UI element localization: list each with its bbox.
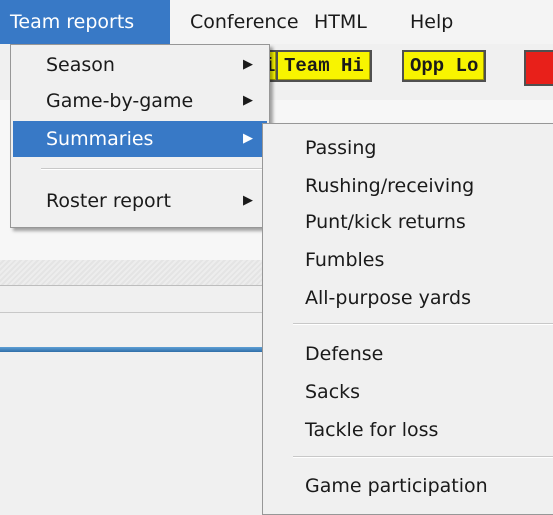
menu-item-roster-report[interactable]: Roster report ▶ [13, 183, 267, 219]
menu-item-label: Rushing/receiving [305, 175, 475, 197]
submenu-item-all-purpose-yards[interactable]: All-purpose yards [265, 280, 553, 316]
red-button[interactable] [524, 50, 553, 86]
team-hi-button[interactable]: Team Hi [276, 50, 372, 82]
menu-team-reports[interactable]: Team reports [0, 0, 170, 44]
arrow-right-icon: ▶ [243, 57, 253, 72]
menu-item-label: Game-by-game [46, 90, 194, 112]
submenu-item-defense[interactable]: Defense [265, 336, 553, 372]
submenu-item-passing[interactable]: Passing [265, 130, 553, 166]
menu-bar: Team reports Conference HTML Help [0, 0, 553, 44]
menu-separator [41, 168, 265, 170]
menu-item-label: Summaries [46, 128, 154, 150]
menu-item-label: Punt/kick returns [305, 211, 466, 233]
menu-help[interactable]: Help [410, 0, 453, 44]
menu-item-game-by-game[interactable]: Game-by-game ▶ [13, 83, 267, 119]
menu-item-label: Tackle for loss [305, 419, 439, 441]
submenu-item-punt-kick-returns[interactable]: Punt/kick returns [265, 204, 553, 240]
arrow-right-icon: ▶ [243, 193, 253, 208]
menu-item-label: Passing [305, 137, 377, 159]
submenu-item-rushing-receiving[interactable]: Rushing/receiving [265, 168, 553, 204]
menu-separator [293, 323, 553, 325]
menu-item-summaries[interactable]: Summaries ▶ [13, 121, 267, 157]
menu-item-label: Season [46, 54, 115, 76]
menu-item-label: Sacks [305, 381, 361, 403]
submenu-item-tackle-for-loss[interactable]: Tackle for loss [265, 412, 553, 448]
team-reports-dropdown: Season ▶ Game-by-game ▶ Summaries ▶ Rost… [10, 44, 270, 228]
arrow-right-icon: ▶ [243, 131, 253, 146]
menu-separator [293, 456, 553, 458]
menu-item-label: Defense [305, 343, 384, 365]
menu-item-label: All-purpose yards [305, 287, 471, 309]
submenu-item-sacks[interactable]: Sacks [265, 374, 553, 410]
menu-html[interactable]: HTML [314, 0, 367, 44]
opp-lo-button[interactable]: Opp Lo [402, 50, 487, 82]
menu-item-label: Game participation [305, 475, 488, 497]
arrow-right-icon: ▶ [243, 93, 253, 108]
menu-conference[interactable]: Conference [190, 0, 299, 44]
submenu-item-game-participation[interactable]: Game participation [265, 468, 553, 504]
menu-item-label: Roster report [46, 190, 171, 212]
submenu-item-fumbles[interactable]: Fumbles [265, 242, 553, 278]
menu-item-season[interactable]: Season ▶ [13, 47, 267, 83]
menu-item-label: Fumbles [305, 249, 385, 271]
summaries-submenu: Passing Rushing/receiving Punt/kick retu… [262, 123, 553, 515]
